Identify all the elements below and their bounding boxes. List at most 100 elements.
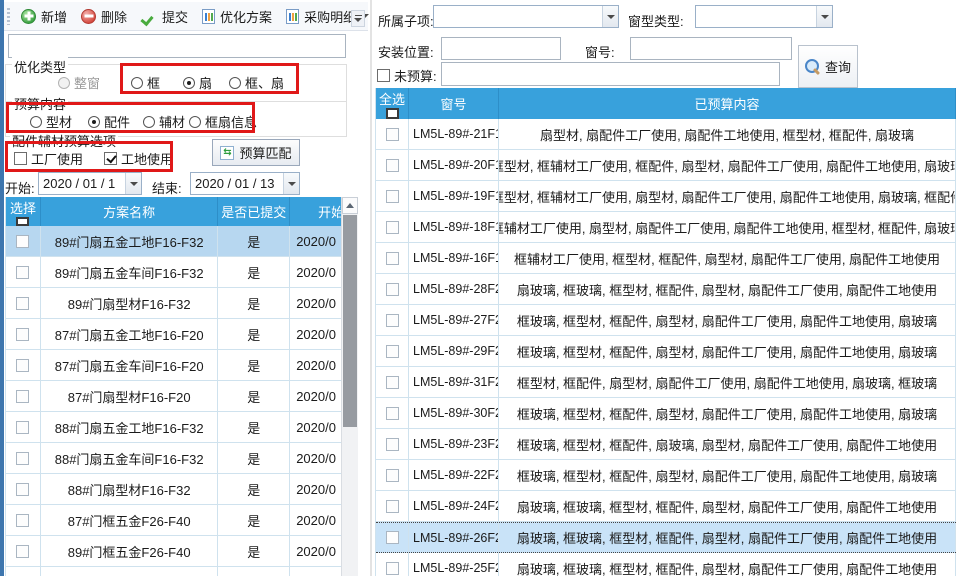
plan-name-cell: 89#门扇五金工地F16-F32 xyxy=(41,226,218,256)
window-table-row[interactable]: LM5L-89#-26F24 扇玻璃, 框玻璃, 框型材, 框配件, 扇型材, … xyxy=(376,522,956,553)
radio-auxiliary[interactable]: 辅材 xyxy=(143,112,185,131)
plan-table-row[interactable]: 87#门框五金F26-F40 是 2020/0 xyxy=(6,505,358,536)
row-checkbox[interactable] xyxy=(16,235,29,248)
window-table-row[interactable]: LM5L-89#-25F23 扇玻璃, 框玻璃, 框型材, 框配件, 扇型材, … xyxy=(376,553,956,576)
plan-table-row[interactable]: 88#门扇型材F16-F32 是 2020/0 xyxy=(6,474,358,505)
window-table-row[interactable]: LM5L-89#-22F20 框玻璃, 框型材, 框配件, 扇型材, 扇配件工厂… xyxy=(376,460,956,491)
window-table-row[interactable]: LM5L-89#-20F18 框型材, 框辅材工厂使用, 框配件, 扇型材, 扇… xyxy=(376,150,956,181)
window-table-row[interactable]: LM5L-89#-16F15 框辅材工厂使用, 框型材, 框配件, 扇型材, 扇… xyxy=(376,243,956,274)
scroll-up-icon[interactable] xyxy=(342,197,358,214)
install-pos-input[interactable] xyxy=(441,37,561,60)
toolbar: 新增 删除 提交 优化方案 采购明细 xyxy=(4,2,368,31)
window-type-select[interactable] xyxy=(695,5,833,28)
row-checkbox[interactable] xyxy=(16,483,29,496)
plan-table-scrollbar[interactable] xyxy=(341,197,358,576)
row-checkbox[interactable] xyxy=(386,221,399,234)
window-table-row[interactable]: LM5L-89#-18F16 框辅材工厂使用, 扇型材, 扇配件工厂使用, 扇配… xyxy=(376,212,956,243)
add-button-label: 新增 xyxy=(41,7,67,26)
panel-divider[interactable] xyxy=(370,0,372,576)
window-table-row[interactable]: LM5L-89#-28F26 扇玻璃, 框玻璃, 框型材, 框配件, 扇型材, … xyxy=(376,274,956,305)
window-table-row[interactable]: LM5L-89#-27F25 框玻璃, 框型材, 框配件, 扇型材, 扇配件工厂… xyxy=(376,305,956,336)
window-table-row[interactable]: LM5L-89#-30F28 框玻璃, 框型材, 框配件, 扇型材, 扇配件工厂… xyxy=(376,398,956,429)
plan-table-row[interactable]: 89#门扇型材F16-F32 是 2020/0 xyxy=(6,288,358,319)
plan-table-row[interactable]: 89#门扇五金工地F16-F32 是 2020/0 xyxy=(6,226,358,257)
sub-item-select[interactable] xyxy=(433,5,619,28)
row-checkbox[interactable] xyxy=(386,500,399,513)
row-checkbox[interactable] xyxy=(16,421,29,434)
header-submitted[interactable]: 是否已提交 xyxy=(218,197,290,226)
plan-table-row[interactable]: 87#门扇五金工地F16-F20 是 2020/0 xyxy=(6,319,358,350)
row-checkbox[interactable] xyxy=(386,345,399,358)
radio-sash[interactable]: 扇 xyxy=(183,73,212,92)
row-checkbox[interactable] xyxy=(16,390,29,403)
checkbox-site-use[interactable]: 工地使用 xyxy=(104,149,173,168)
row-checkbox[interactable] xyxy=(16,266,29,279)
row-checkbox[interactable] xyxy=(16,452,29,465)
row-checkbox[interactable] xyxy=(386,531,399,544)
checkbox-factory-use[interactable]: 工厂使用 xyxy=(14,149,83,168)
row-checkbox[interactable] xyxy=(386,314,399,327)
header-budgeted-content[interactable]: 已预算内容 xyxy=(499,88,956,119)
window-table-row[interactable]: LM5L-89#-21F19 扇型材, 扇配件工厂使用, 扇配件工地使用, 框型… xyxy=(376,119,956,150)
radio-frame[interactable]: 框 xyxy=(131,73,160,92)
chevron-down-icon xyxy=(607,15,615,19)
window-table-row[interactable]: LM5L-89#-31F29 框型材, 框配件, 扇型材, 扇配件工厂使用, 扇… xyxy=(376,367,956,398)
row-checkbox[interactable] xyxy=(386,190,399,203)
window-table-row[interactable]: LM5L-89#-29F27 框玻璃, 框型材, 框配件, 扇型材, 扇配件工厂… xyxy=(376,336,956,367)
row-checkbox[interactable] xyxy=(16,359,29,372)
scrollbar-thumb[interactable] xyxy=(343,215,357,427)
radio-whole-window[interactable]: 整窗 xyxy=(58,73,100,92)
select-all-checkbox[interactable] xyxy=(386,108,399,119)
plan-table-row[interactable]: 88#门框五金F21-F40 是 2020/0 xyxy=(6,567,358,576)
budgeted-content-cell: 扇玻璃, 框玻璃, 框型材, 框配件, 扇型材, 扇配件工厂使用, 扇配件工地使… xyxy=(499,553,956,576)
row-checkbox[interactable] xyxy=(16,545,29,558)
radio-frame-sash-info[interactable]: 框扇信息 xyxy=(189,112,257,131)
row-checkbox[interactable] xyxy=(386,159,399,172)
select-all-checkbox[interactable] xyxy=(16,217,29,226)
plan-name-cell: 87#门扇型材F16-F20 xyxy=(41,381,218,411)
row-checkbox[interactable] xyxy=(386,562,399,575)
radio-profile[interactable]: 型材 xyxy=(30,112,72,131)
row-checkbox[interactable] xyxy=(16,297,29,310)
radio-accessory[interactable]: 配件 xyxy=(88,112,130,131)
row-checkbox[interactable] xyxy=(16,514,29,527)
plan-name-cell: 89#门框五金F26-F40 xyxy=(41,536,218,566)
start-date-picker[interactable]: 2020 / 01 / 1 xyxy=(38,172,142,195)
no-budget-checkbox[interactable]: 未预算: xyxy=(377,66,437,85)
row-checkbox[interactable] xyxy=(386,128,399,141)
radio-frame-sash[interactable]: 框、扇 xyxy=(229,73,284,92)
window-no-input[interactable] xyxy=(630,37,792,60)
end-date-picker[interactable]: 2020 / 01 / 13 xyxy=(190,172,300,195)
plan-table-row[interactable]: 88#门扇五金车间F16-F32 是 2020/0 xyxy=(6,443,358,474)
row-checkbox[interactable] xyxy=(386,469,399,482)
plan-table-row[interactable]: 89#门扇五金车间F16-F32 是 2020/0 xyxy=(6,257,358,288)
add-button[interactable]: 新增 xyxy=(14,4,74,29)
header-plan-name[interactable]: 方案名称 xyxy=(41,197,218,226)
window-no-cell: LM5L-89#-25F23 xyxy=(409,553,499,576)
plan-table-row[interactable]: 89#门框五金F26-F40 是 2020/0 xyxy=(6,536,358,567)
optimize-plan-button[interactable]: 优化方案 xyxy=(195,4,279,29)
header-window-no[interactable]: 窗号 xyxy=(409,88,499,119)
query-button[interactable]: 查询 xyxy=(798,45,858,88)
plan-table-row[interactable]: 87#门扇五金车间F16-F20 是 2020/0 xyxy=(6,350,358,381)
plan-search-input[interactable] xyxy=(8,34,346,58)
row-checkbox[interactable] xyxy=(386,438,399,451)
row-checkbox[interactable] xyxy=(386,376,399,389)
budget-match-button[interactable]: 预算匹配 xyxy=(212,139,300,166)
plan-table-row[interactable]: 88#门扇五金工地F16-F32 是 2020/0 xyxy=(6,412,358,443)
toolbar-overflow-button[interactable] xyxy=(351,10,365,27)
toolbar-grip[interactable] xyxy=(7,8,10,25)
plus-circle-icon xyxy=(21,9,36,24)
window-table-row[interactable]: LM5L-89#-24F22 扇玻璃, 框玻璃, 框型材, 框配件, 扇型材, … xyxy=(376,491,956,522)
window-table-row[interactable]: LM5L-89#-19F17 框型材, 框辅材工厂使用, 扇型材, 扇配件工厂使… xyxy=(376,181,956,212)
row-checkbox[interactable] xyxy=(386,252,399,265)
delete-button[interactable]: 删除 xyxy=(74,4,134,29)
radio-icon xyxy=(229,77,241,89)
row-checkbox[interactable] xyxy=(16,328,29,341)
row-checkbox[interactable] xyxy=(386,407,399,420)
no-budget-input[interactable] xyxy=(441,62,780,86)
row-checkbox[interactable] xyxy=(386,283,399,296)
plan-table-row[interactable]: 87#门扇型材F16-F20 是 2020/0 xyxy=(6,381,358,412)
window-table-row[interactable]: LM5L-89#-23F21 框玻璃, 框型材, 框配件, 扇玻璃, 扇型材, … xyxy=(376,429,956,460)
submit-button[interactable]: 提交 xyxy=(134,4,195,29)
